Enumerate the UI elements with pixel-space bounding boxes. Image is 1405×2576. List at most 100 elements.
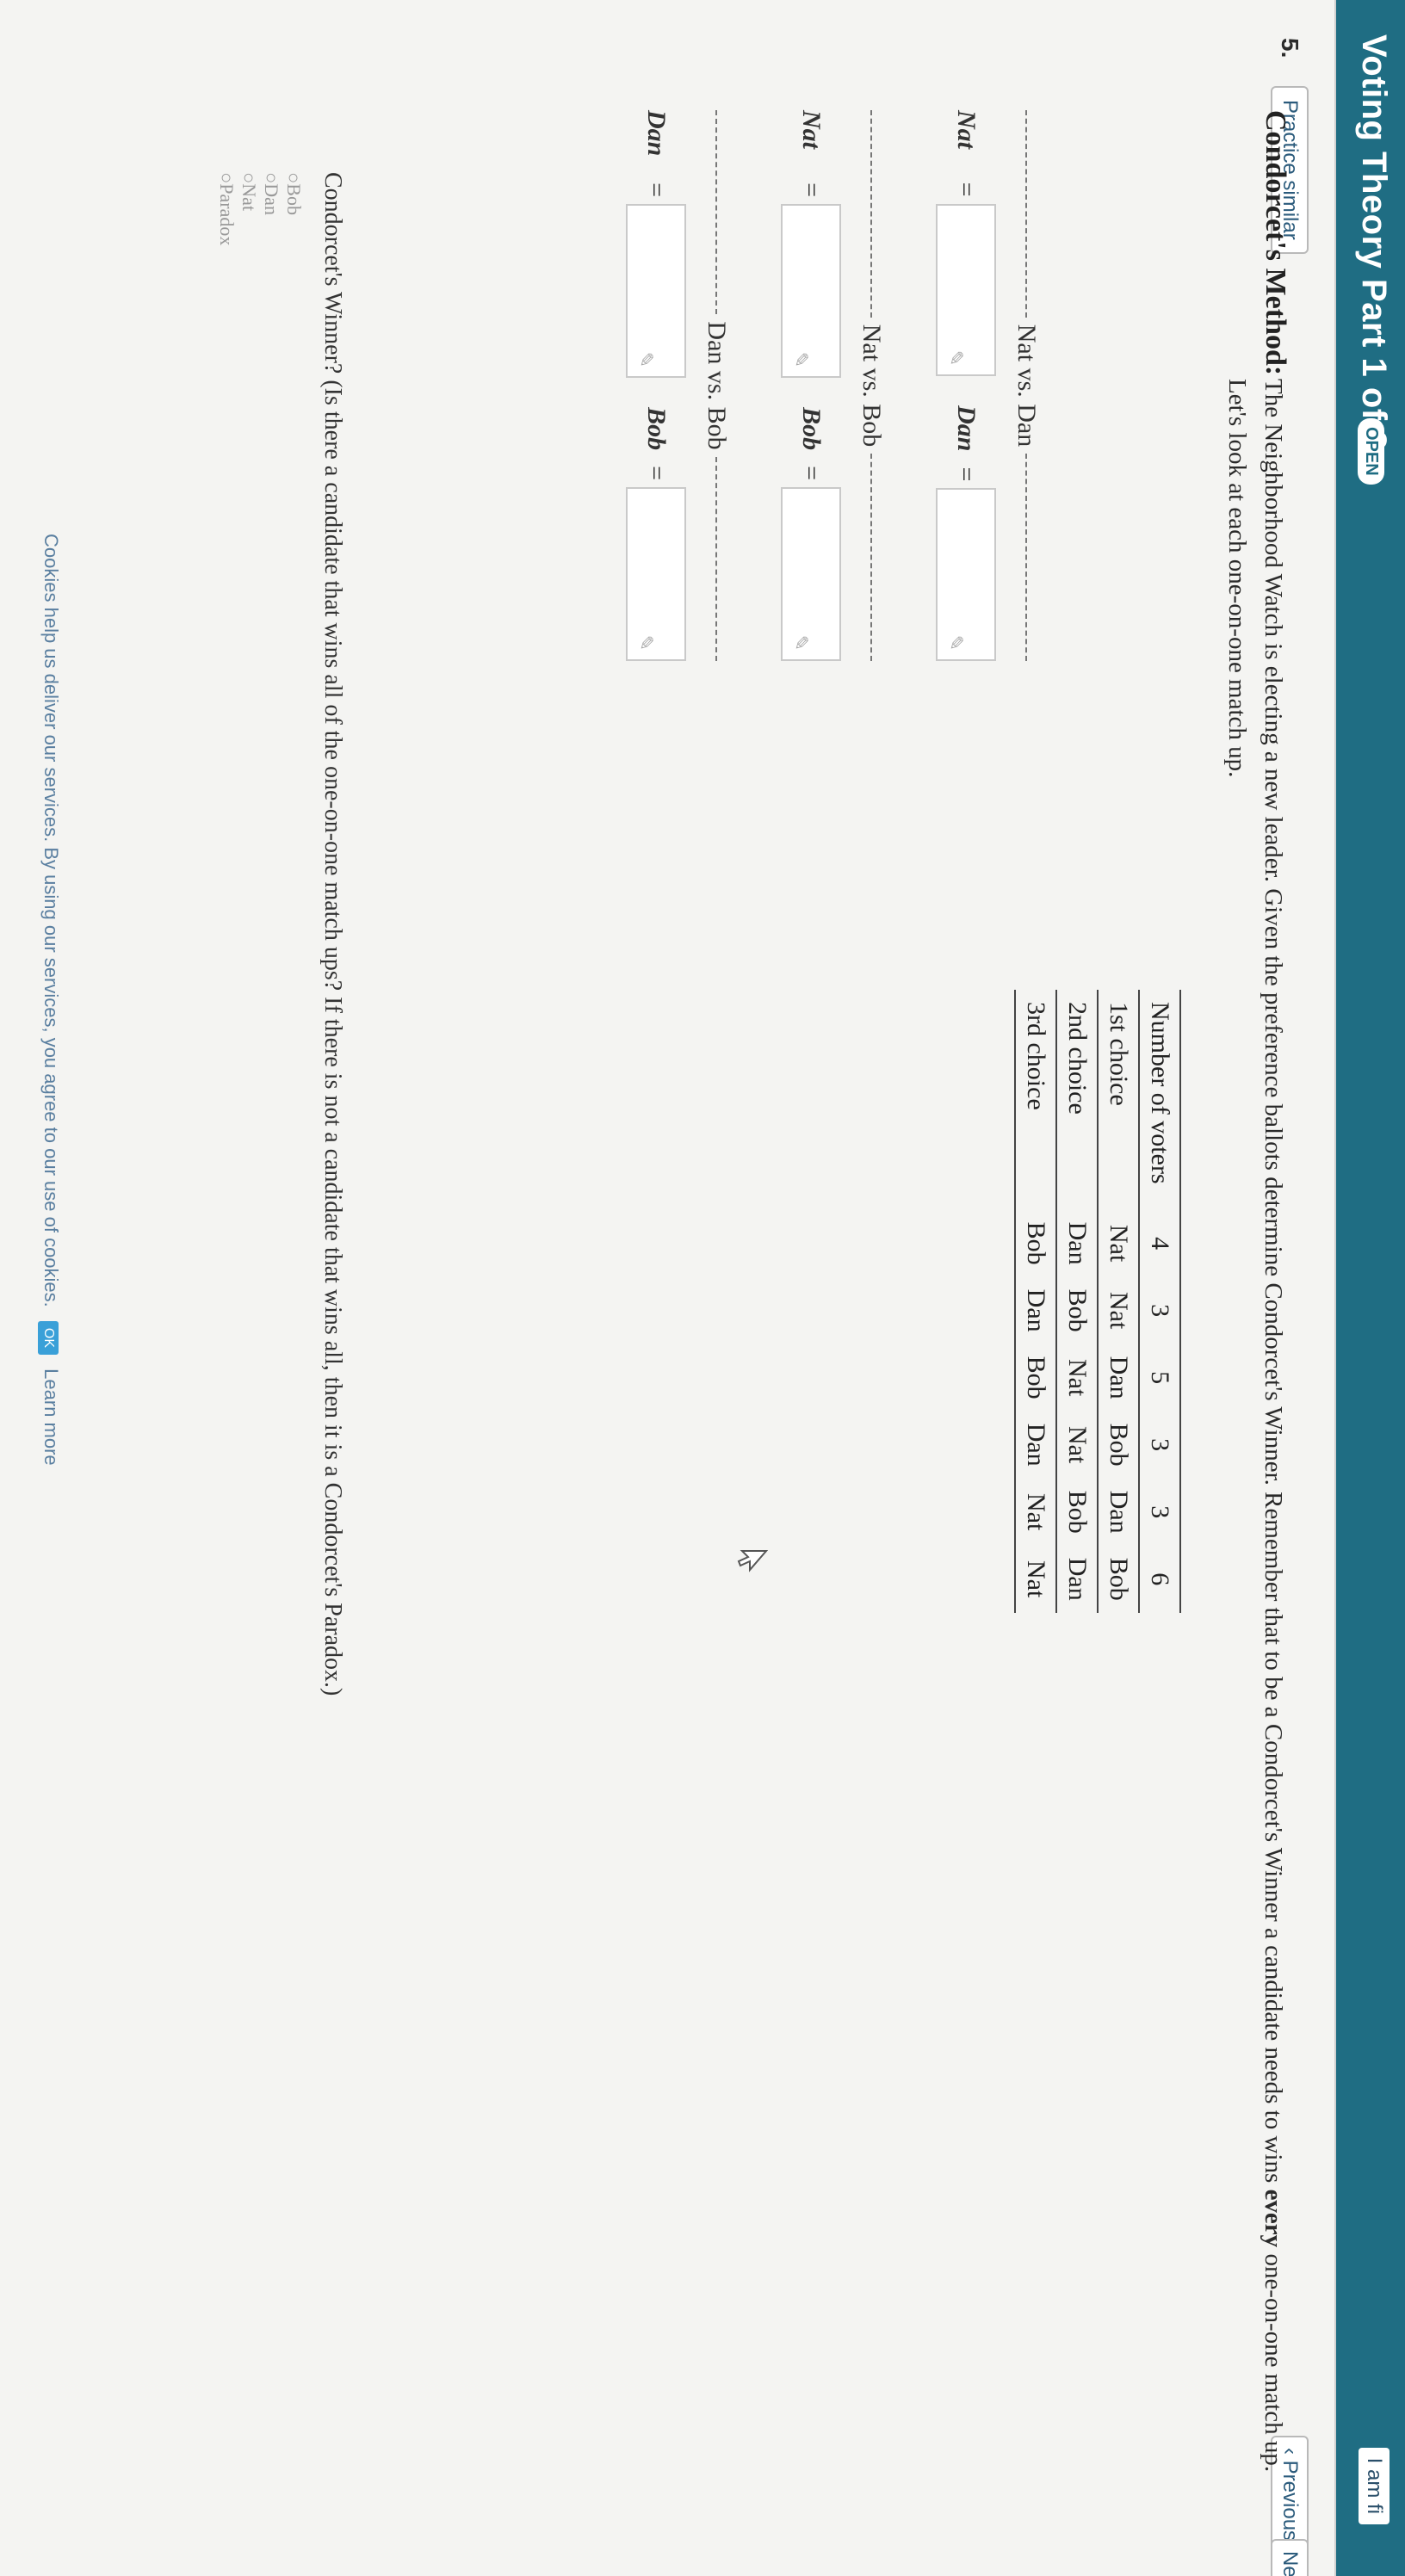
choice-option[interactable]: ○Nat (238, 172, 260, 245)
choice-label: Paradox (216, 183, 238, 246)
cookie-banner: Cookies help us deliver our services. By… (38, 534, 62, 1466)
dash-line (1025, 454, 1027, 662)
matchup-title: Dan vs. Bob (702, 321, 731, 450)
header-divider (1334, 0, 1336, 2576)
candidate-cell: Nat (1098, 1276, 1139, 1344)
matchup-row: Nat = ✎ Dan = ✎ (935, 110, 997, 661)
candidate-cell: Bob (1015, 1344, 1056, 1412)
equals-sign: = (952, 466, 981, 482)
candidate-label: Bob (642, 407, 671, 451)
learn-more-link[interactable]: Learn more (40, 1368, 62, 1466)
matchup-row: Nat = ✎ Bob = ✎ (780, 110, 842, 662)
status-badge: OPEN (1358, 418, 1384, 485)
winner-choices: ○Bob ○Dan ○Nat ○Paradox (215, 172, 305, 245)
vote-count-input[interactable]: ✎ (626, 204, 686, 379)
pencil-icon: ✎ (790, 351, 812, 368)
candidate-cell: Dan (1098, 1478, 1139, 1546)
vote-count-input[interactable]: ✎ (936, 203, 996, 377)
voter-count-cell: 6 (1139, 1545, 1180, 1613)
candidate-cell: Dan (1015, 1411, 1056, 1479)
matchup-separator: Nat vs. Bob (854, 110, 888, 661)
candidate-cell: Bob (1098, 1411, 1139, 1479)
pencil-icon: ✎ (945, 634, 967, 651)
matchup-title: Nat vs. Bob (857, 324, 886, 448)
choice-option[interactable]: ○Bob (282, 172, 305, 245)
radio-icon[interactable]: ○ (283, 172, 305, 183)
problem-emphasis: every (1260, 2189, 1287, 2248)
radio-icon[interactable]: ○ (261, 172, 282, 183)
candidate-cell: Bob (1056, 1276, 1098, 1344)
choice-rank-label: 3rd choice (1015, 990, 1056, 1210)
dash-line (870, 454, 872, 661)
table-row: 1st choice Nat Nat Dan Bob Dan Bob (1098, 990, 1139, 1613)
candidate-label: Dan (642, 110, 671, 157)
problem-statement: The Neighborhood Watch is electing a new… (1219, 379, 1291, 2487)
candidate-cell: Dan (1098, 1344, 1139, 1412)
matchup-separator: Dan vs. Bob (699, 110, 733, 662)
cookie-ok-button[interactable]: OK (38, 1320, 59, 1356)
matchup-3: Dan vs. Bob Dan = ✎ Bob = ✎ (625, 110, 733, 662)
table-row: 2nd choice Dan Bob Nat Nat Bob Dan (1056, 990, 1098, 1613)
rotated-page: Voting Theory Part 1 of 2 OPEN I am fi 5… (0, 0, 1405, 2576)
winner-question: Condorcet's Winner? (Is there a candidat… (319, 172, 346, 1696)
candidate-cell: Nat (1056, 1344, 1098, 1412)
radio-icon[interactable]: ○ (238, 172, 260, 183)
matchup-separator: Nat vs. Dan (1009, 110, 1043, 662)
candidate-label: Nat (797, 110, 826, 149)
table-header-row: Number of voters 4 3 5 3 3 6 (1139, 990, 1180, 1613)
matchup-title: Nat vs. Dan (1012, 324, 1041, 448)
candidate-cell: Bob (1015, 1209, 1056, 1277)
candidate-cell: Dan (1056, 1545, 1098, 1613)
candidate-cell: Dan (1056, 1209, 1098, 1277)
voter-count-cell: 4 (1139, 1209, 1180, 1277)
dash-line (715, 110, 717, 315)
candidate-cell: Nat (1098, 1209, 1139, 1277)
matchup-row: Dan = ✎ Bob = ✎ (625, 110, 687, 662)
choice-label: Nat (238, 183, 260, 212)
candidate-cell: Nat (1015, 1545, 1056, 1613)
dash-line (870, 110, 872, 318)
header-action-button[interactable]: I am fi (1359, 2447, 1390, 2524)
assignment-header: Voting Theory Part 1 of 2 OPEN I am fi (1336, 0, 1405, 2576)
mouse-cursor-icon (737, 1550, 768, 1572)
problem-intro: The Neighborhood Watch is electing a new… (1260, 379, 1287, 2190)
candidate-cell: Bob (1056, 1478, 1098, 1546)
table-header-label: Number of voters (1139, 990, 1180, 1210)
choice-label: Bob (283, 183, 305, 215)
vote-count-input[interactable]: ✎ (781, 204, 841, 379)
choice-label: Dan (261, 183, 282, 215)
vote-count-input[interactable]: ✎ (936, 488, 996, 661)
voter-count-cell: 3 (1139, 1478, 1180, 1546)
matchup-1: Nat vs. Dan Nat = ✎ Dan = ✎ (935, 110, 1043, 662)
choice-option[interactable]: ○Paradox (215, 172, 238, 245)
pencil-icon: ✎ (635, 351, 657, 368)
voter-count-cell: 3 (1139, 1411, 1180, 1479)
matchup-2: Nat vs. Bob Nat = ✎ Bob = ✎ (780, 110, 888, 662)
candidate-cell: Nat (1015, 1478, 1056, 1546)
candidate-cell: Bob (1098, 1545, 1139, 1613)
candidate-label: Bob (797, 407, 826, 451)
vote-count-input[interactable]: ✎ (781, 487, 841, 662)
radio-icon[interactable]: ○ (216, 172, 238, 183)
candidate-cell: Nat (1056, 1411, 1098, 1479)
choice-rank-label: 1st choice (1098, 990, 1139, 1210)
voter-count-cell: 3 (1139, 1276, 1180, 1344)
choice-option[interactable]: ○Dan (260, 172, 282, 245)
equals-sign: = (952, 182, 981, 197)
pencil-icon: ✎ (945, 349, 967, 367)
candidate-label: Nat (952, 110, 981, 149)
dash-line (1025, 110, 1027, 318)
next-button[interactable]: Ne (1271, 2539, 1309, 2576)
vote-count-input[interactable]: ✎ (626, 487, 686, 662)
candidate-label: Dan (952, 405, 981, 452)
pencil-icon: ✎ (635, 634, 657, 652)
assignment-title: Voting Theory Part 1 of 2 (1355, 34, 1393, 450)
pencil-icon: ✎ (790, 634, 812, 652)
cookie-text: Cookies help us deliver our services. By… (40, 534, 62, 1307)
choice-rank-label: 2nd choice (1056, 990, 1098, 1210)
candidate-cell: Dan (1015, 1276, 1056, 1344)
table-row: 3rd choice Bob Dan Bob Dan Nat Nat (1015, 990, 1056, 1613)
equals-sign: = (642, 466, 671, 481)
question-number: 5. (1277, 38, 1303, 59)
dash-line (715, 456, 717, 662)
